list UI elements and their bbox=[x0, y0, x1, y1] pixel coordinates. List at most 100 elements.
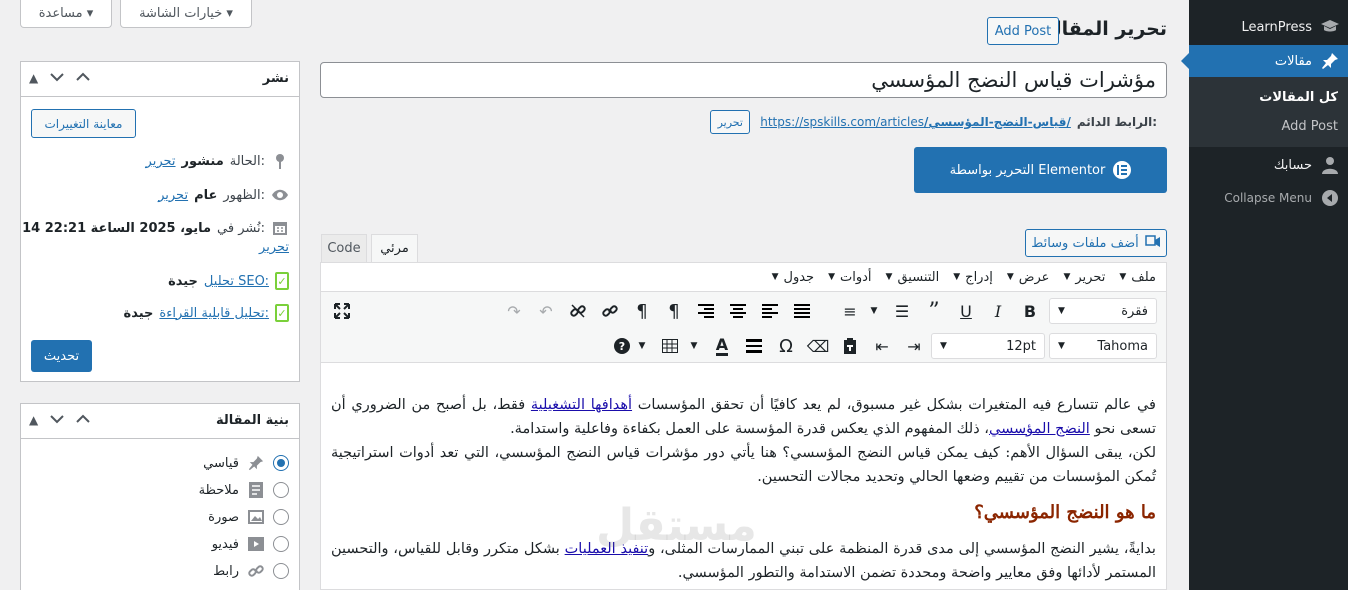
menu-file[interactable]: ملف ▼ bbox=[1119, 270, 1156, 285]
link-icon[interactable] bbox=[597, 298, 623, 324]
font-size-select[interactable]: 12pt ▼ bbox=[931, 333, 1045, 359]
sidebar-item-learnpress[interactable]: LearnPress bbox=[1189, 12, 1348, 42]
menu-label: عرض bbox=[1018, 269, 1050, 285]
yoast-seo-icon: ✓ bbox=[275, 272, 289, 290]
permalink-base[interactable]: https://spskills.com/articles bbox=[760, 115, 924, 129]
align-center-icon[interactable] bbox=[725, 298, 751, 324]
visibility-edit-link[interactable]: تحرير bbox=[158, 188, 188, 203]
format-select[interactable]: فقرة ▼ bbox=[1049, 298, 1157, 324]
format-option-standard[interactable]: قياسي bbox=[203, 454, 289, 472]
help-icon[interactable]: ? bbox=[609, 333, 635, 359]
permalink-slug[interactable]: /قياس-النضج-المؤسسي/ bbox=[924, 115, 1071, 129]
sidebar-item-posts[interactable]: مقالات bbox=[1181, 45, 1348, 77]
visibility-label: الظهور: bbox=[223, 187, 265, 203]
update-button[interactable]: تحديث bbox=[31, 340, 92, 372]
post-format-box: بنية المقالة ▲ قياسي ملاحظة صورة فيديو ر… bbox=[20, 403, 300, 590]
format-radio[interactable] bbox=[273, 509, 289, 525]
status-edit-link[interactable]: تحرير bbox=[146, 154, 176, 169]
align-right-icon[interactable] bbox=[693, 298, 719, 324]
sidebar-submenu: كل المقالات Add Post bbox=[1189, 77, 1348, 147]
blockquote-icon[interactable]: ” bbox=[921, 298, 947, 324]
editor-content[interactable]: في عالم تتسارع فيه المتغيرات بشكل غير مس… bbox=[331, 393, 1156, 585]
tab-visual[interactable]: مرئي bbox=[371, 234, 418, 263]
elementor-edit-button[interactable]: التحرير بواسطة Elementor bbox=[914, 147, 1167, 193]
move-up-icon[interactable]: ▲ bbox=[29, 71, 38, 85]
permalink-link[interactable]: https://spskills.com/articles/قياس-النضج… bbox=[760, 115, 1071, 129]
calendar-icon bbox=[271, 219, 289, 237]
caret-down-icon[interactable]: ▼ bbox=[635, 333, 649, 359]
table-icon[interactable] bbox=[657, 333, 683, 359]
add-media-button[interactable]: أضف ملفات وسائط bbox=[1025, 229, 1167, 257]
submenu-all-posts[interactable]: كل المقالات bbox=[1259, 90, 1338, 105]
menu-format[interactable]: التنسيق ▼ bbox=[886, 270, 940, 285]
text-color-icon[interactable]: A bbox=[709, 333, 735, 359]
indent-icon[interactable]: ⇥ bbox=[901, 333, 927, 359]
status-row: الحالة: منشور تحرير bbox=[146, 152, 289, 170]
preview-changes-button[interactable]: معاينة التغييرات bbox=[31, 109, 136, 138]
submenu-add-post[interactable]: Add Post bbox=[1281, 119, 1338, 134]
menu-tools[interactable]: أدوات ▼ bbox=[828, 270, 871, 285]
menu-insert[interactable]: إدراج ▼ bbox=[953, 270, 993, 285]
caret-down-icon[interactable]: ▼ bbox=[867, 298, 881, 324]
post-title-input[interactable]: مؤشرات قياس النضج المؤسسي bbox=[320, 62, 1167, 98]
collapse-menu-button[interactable]: Collapse Menu bbox=[1189, 184, 1348, 212]
caret-down-icon: ▼ bbox=[885, 272, 893, 282]
menu-table[interactable]: جدول ▼ bbox=[772, 270, 815, 285]
format-radio[interactable] bbox=[273, 563, 289, 579]
permalink-label: الرابط الدائم: bbox=[1076, 115, 1157, 129]
ltr-paragraph-icon[interactable]: ¶ bbox=[629, 298, 655, 324]
redo-icon[interactable]: ↷ bbox=[501, 298, 527, 324]
chevron-down-icon[interactable] bbox=[50, 413, 64, 427]
pin-icon bbox=[271, 152, 289, 170]
screen-options-button[interactable]: خيارات الشاشة ▾ bbox=[120, 0, 252, 28]
chevron-up-icon[interactable] bbox=[76, 71, 90, 85]
caret-down-icon: ▼ bbox=[828, 272, 836, 282]
format-radio[interactable] bbox=[273, 536, 289, 552]
format-box-title: بنية المقالة bbox=[216, 413, 289, 428]
paste-text-icon[interactable] bbox=[837, 333, 863, 359]
omega-icon[interactable]: Ω bbox=[773, 333, 799, 359]
eraser-icon[interactable]: ⌫ bbox=[805, 333, 831, 359]
permalink-edit-button[interactable]: تحرير bbox=[710, 110, 751, 134]
help-button[interactable]: مساعدة ▾ bbox=[20, 0, 112, 28]
chevron-up-icon[interactable] bbox=[76, 413, 90, 427]
format-radio[interactable] bbox=[273, 482, 289, 498]
format-option-image[interactable]: صورة bbox=[208, 508, 289, 526]
add-post-button[interactable]: Add Post bbox=[987, 17, 1059, 45]
menu-edit[interactable]: تحرير ▼ bbox=[1063, 270, 1105, 285]
rtl-paragraph-icon[interactable]: ¶ bbox=[661, 298, 687, 324]
unlink-icon[interactable] bbox=[565, 298, 591, 324]
align-justify-icon[interactable] bbox=[757, 298, 783, 324]
italic-icon[interactable]: I bbox=[985, 298, 1011, 324]
tab-code[interactable]: Code bbox=[321, 234, 367, 263]
content-link[interactable]: أهدافها التشغيلية bbox=[531, 397, 632, 413]
move-up-icon[interactable]: ▲ bbox=[29, 413, 38, 427]
fullscreen-icon[interactable] bbox=[329, 298, 355, 324]
sidebar-item-account[interactable]: حسابك bbox=[1189, 150, 1348, 180]
chevron-down-icon[interactable] bbox=[50, 71, 64, 85]
numbered-list-icon[interactable]: ≡ bbox=[837, 298, 863, 324]
format-option-aside[interactable]: ملاحظة bbox=[199, 481, 289, 499]
visibility-row: الظهور: عام تحرير bbox=[158, 186, 289, 204]
horizontal-rule-icon[interactable] bbox=[741, 333, 767, 359]
published-edit-link[interactable]: تحرير bbox=[259, 240, 289, 255]
bullet-list-icon[interactable]: ☰ bbox=[889, 298, 915, 324]
underline-icon[interactable]: U bbox=[953, 298, 979, 324]
align-left-icon[interactable] bbox=[789, 298, 815, 324]
undo-icon[interactable]: ↶ bbox=[533, 298, 559, 324]
caret-down-icon: ▼ bbox=[1006, 272, 1014, 282]
format-option-video[interactable]: فيديو bbox=[212, 535, 289, 553]
bold-icon[interactable]: B bbox=[1017, 298, 1043, 324]
readability-value: جيدة bbox=[123, 305, 154, 321]
menu-label: تحرير bbox=[1075, 269, 1106, 285]
content-link[interactable]: النضج المؤسسي bbox=[989, 421, 1090, 437]
caret-down-icon[interactable]: ▼ bbox=[687, 333, 701, 359]
font-family-select[interactable]: Tahoma ▼ bbox=[1049, 333, 1157, 359]
readability-analysis-link[interactable]: تحليل قابلية القراءة: bbox=[159, 306, 269, 321]
menu-view[interactable]: عرض ▼ bbox=[1007, 270, 1050, 285]
format-option-link[interactable]: رابط bbox=[213, 562, 289, 580]
format-radio[interactable] bbox=[273, 455, 289, 471]
media-icon bbox=[1145, 233, 1161, 253]
seo-analysis-link[interactable]: تحليل SEO: bbox=[204, 274, 269, 289]
outdent-icon[interactable]: ⇤ bbox=[869, 333, 895, 359]
